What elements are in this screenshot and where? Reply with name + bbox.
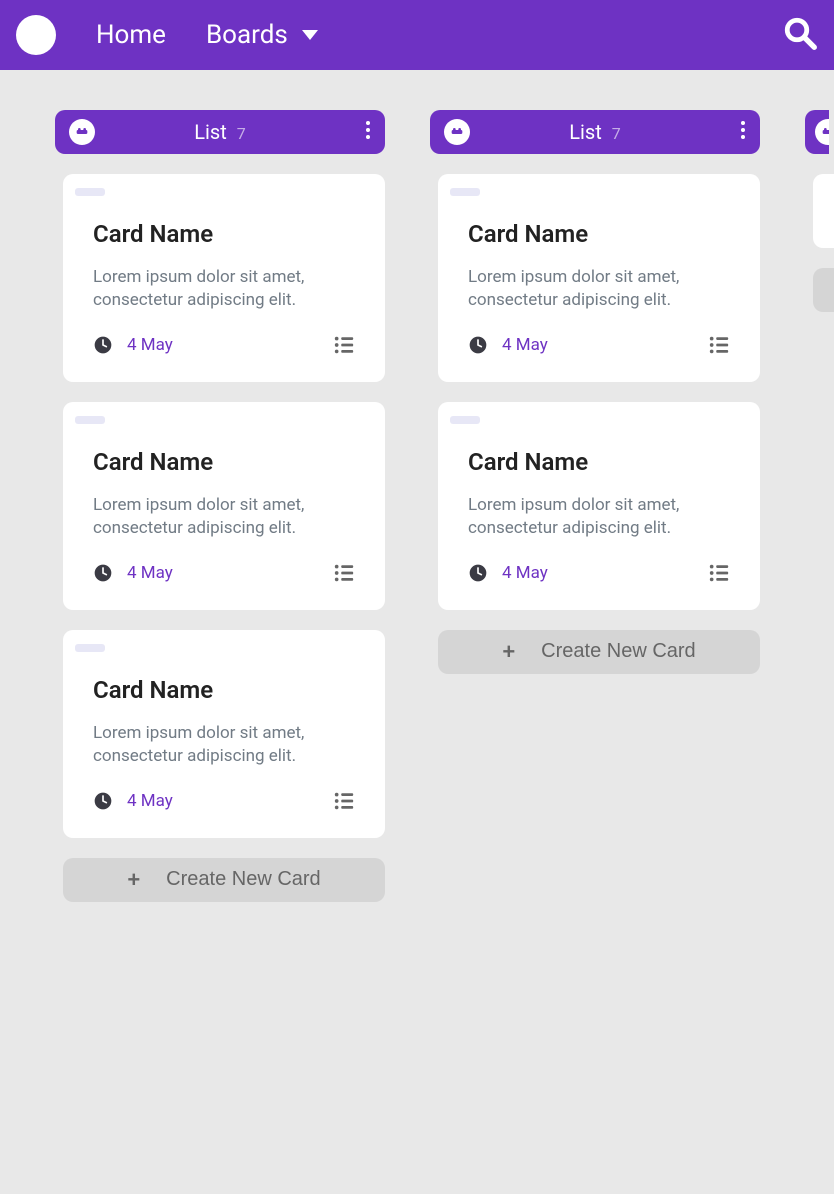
clock-icon xyxy=(93,791,113,811)
card-date: 4 May xyxy=(502,335,548,355)
card-title: Card Name xyxy=(468,448,730,476)
card-footer: 4 May xyxy=(93,790,355,812)
plus-icon: + xyxy=(502,641,515,663)
checklist-icon[interactable] xyxy=(708,334,730,356)
create-card-label: Create New Card xyxy=(541,640,696,663)
card-label-chip xyxy=(75,188,105,196)
create-card-label: Create New Card xyxy=(166,868,321,891)
card[interactable]: Card Name Lorem ipsum dolor sit amet, co… xyxy=(63,630,385,838)
card-footer: 4 May xyxy=(468,562,730,584)
card-footer: 4 May xyxy=(93,562,355,584)
clock-icon xyxy=(468,563,488,583)
card-date: 4 May xyxy=(127,791,173,811)
list-avatar-icon xyxy=(815,119,829,145)
card[interactable]: Card Name Lorem ipsum dolor sit amet, co… xyxy=(63,402,385,610)
card-desc: Lorem ipsum dolor sit amet, consectetur … xyxy=(93,266,355,312)
nav-home[interactable]: Home xyxy=(96,20,166,50)
nav-home-label: Home xyxy=(96,20,166,50)
list-title: List xyxy=(194,120,227,144)
list-avatar-icon xyxy=(69,119,95,145)
create-card-button[interactable]: + Create New Card xyxy=(63,858,385,902)
card-label-chip xyxy=(75,416,105,424)
card-desc: Lorem ipsum dolor sit amet, consectetur … xyxy=(93,494,355,540)
card[interactable]: Card Name Lorem ipsum dolor sit amet, co… xyxy=(438,402,760,610)
checklist-icon[interactable] xyxy=(333,790,355,812)
topbar: Home Boards xyxy=(0,0,834,70)
clock-icon xyxy=(93,335,113,355)
clock-icon xyxy=(93,563,113,583)
nav-boards[interactable]: Boards xyxy=(206,20,318,50)
search-icon xyxy=(782,15,818,51)
list xyxy=(805,110,829,312)
list: List 7 Card Name Lorem ipsum dolor sit a… xyxy=(55,110,385,902)
list-header[interactable] xyxy=(805,110,829,154)
chevron-down-icon xyxy=(302,30,318,40)
list-title: List xyxy=(569,120,602,144)
card-date: 4 May xyxy=(502,563,548,583)
card-desc: Lorem ipsum dolor sit amet, consectetur … xyxy=(468,266,730,312)
card-footer: 4 May xyxy=(93,334,355,356)
card-title: Card Name xyxy=(93,220,355,248)
list-avatar-icon xyxy=(444,119,470,145)
checklist-icon[interactable] xyxy=(333,562,355,584)
avatar[interactable] xyxy=(16,15,56,55)
clock-icon xyxy=(468,335,488,355)
list-count: 7 xyxy=(237,124,246,143)
card[interactable]: Card Name Lorem ipsum dolor sit amet, co… xyxy=(63,174,385,382)
list: List 7 Card Name Lorem ipsum dolor sit a… xyxy=(430,110,760,674)
card-footer: 4 May xyxy=(468,334,730,356)
card[interactable]: Card Name Lorem ipsum dolor sit amet, co… xyxy=(438,174,760,382)
more-vertical-icon xyxy=(365,120,371,140)
plus-icon: + xyxy=(127,869,140,891)
list-header[interactable]: List 7 xyxy=(430,110,760,154)
card-date: 4 May xyxy=(127,335,173,355)
create-card-button[interactable]: + Create New Card xyxy=(438,630,760,674)
nav-boards-label: Boards xyxy=(206,20,288,50)
card-desc: Lorem ipsum dolor sit amet, consectetur … xyxy=(468,494,730,540)
board: List 7 Card Name Lorem ipsum dolor sit a… xyxy=(0,70,834,942)
card-desc: Lorem ipsum dolor sit amet, consectetur … xyxy=(93,722,355,768)
card-label-chip xyxy=(450,188,480,196)
search-button[interactable] xyxy=(782,15,818,55)
checklist-icon[interactable] xyxy=(708,562,730,584)
card-title: Card Name xyxy=(93,448,355,476)
checklist-icon[interactable] xyxy=(333,334,355,356)
card-label-chip xyxy=(450,416,480,424)
list-menu-button[interactable] xyxy=(365,120,371,144)
list-count: 7 xyxy=(612,124,621,143)
list-menu-button[interactable] xyxy=(740,120,746,144)
card-title: Card Name xyxy=(93,676,355,704)
card-date: 4 May xyxy=(127,563,173,583)
card-label-chip xyxy=(75,644,105,652)
card-title: Card Name xyxy=(468,220,730,248)
create-card-button[interactable] xyxy=(813,268,834,312)
more-vertical-icon xyxy=(740,120,746,140)
nav: Home Boards xyxy=(96,20,318,50)
card[interactable] xyxy=(813,174,834,248)
list-header[interactable]: List 7 xyxy=(55,110,385,154)
